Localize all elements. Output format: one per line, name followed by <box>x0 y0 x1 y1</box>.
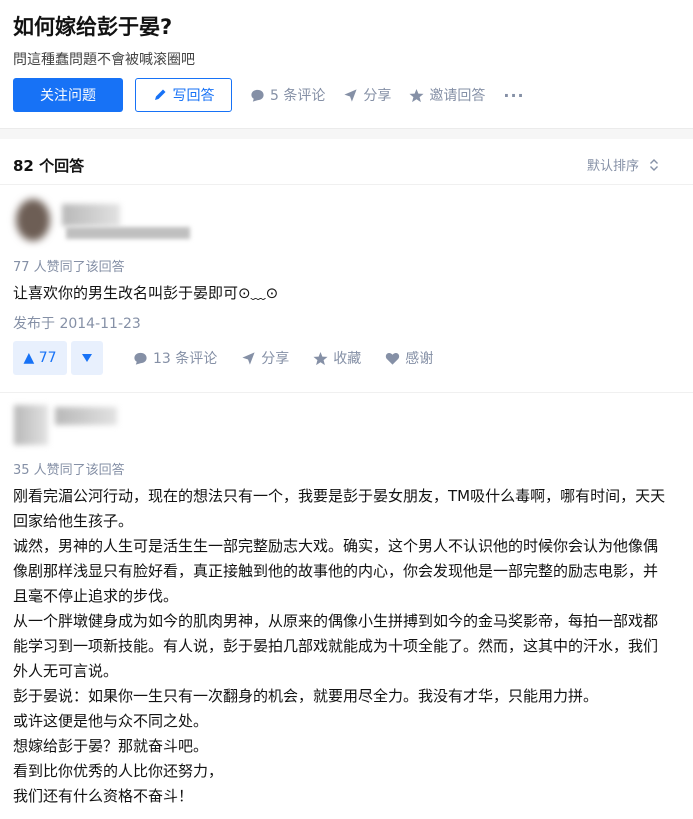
favorite-label: 收藏 <box>333 351 362 367</box>
share-icon <box>344 88 357 102</box>
share-icon <box>242 351 255 365</box>
author-avatar[interactable] <box>14 405 48 445</box>
paragraph-line: 且毫不停止追求的步伐。 <box>13 587 179 605</box>
author-name-blurred[interactable] <box>62 204 120 226</box>
answer-share-button[interactable]: 分享 <box>241 348 289 368</box>
paragraph-line: 诚然，男神的人生可是活生生一部完整励志大戏。确实，这个男人不认识他的时候你会认为… <box>13 537 659 555</box>
question-comments-button[interactable]: 5 条评论 <box>250 85 325 105</box>
answer-vote-count: 77 人赞同了该回答 <box>13 260 125 275</box>
answer-content: 让喜欢你的男生改名叫彭于晏即可⊙﹏⊙ <box>13 284 279 302</box>
comment-icon <box>251 89 264 102</box>
answer-date[interactable]: 发布于 2014-11-23 <box>13 313 141 333</box>
paragraph-line: 从一个胖墩健身成为如今的肌肉男神，从原来的偶像小生拼搏到如今的金马奖影帝，每拍一… <box>13 612 659 630</box>
paragraph-line: 回家给他生孩子。 <box>13 512 134 530</box>
answers-count: 82 个回答 <box>13 157 85 175</box>
favorite-button[interactable]: 收藏 <box>313 348 361 368</box>
invite-answer-button[interactable]: 邀请回答 <box>409 85 485 105</box>
answer-comments-button[interactable]: 13 条评论 <box>133 348 217 368</box>
thanks-label: 感谢 <box>405 351 434 367</box>
question-actions: 关注问题 写回答 5 条评论 分享 邀请回答 ··· <box>13 78 525 112</box>
upvote-button[interactable]: ▲ 77 <box>13 341 67 375</box>
heart-icon <box>386 352 400 365</box>
question-header: 如何嫁给彭于晏? 問這種蠢問題不會被喊滚圈吧 关注问题 写回答 5 条评论 分享… <box>0 0 693 129</box>
write-answer-label: 写回答 <box>172 88 215 104</box>
paragraph-line: 像剧那样浅显只有脸好看，真正接触到他的故事他的内心，你会发现他是一部完整的励志电… <box>13 562 659 580</box>
sort-chevrons-icon <box>650 158 658 171</box>
answers-list: 82 个回答 默认排序 77 人赞同了该回答 让喜欢你的男生改名叫彭于晏即可⊙﹏… <box>0 139 693 819</box>
triangle-down-icon <box>82 354 92 362</box>
author-headline-blurred <box>66 227 190 239</box>
author-name-blurred[interactable] <box>55 407 117 425</box>
invite-answer-label: 邀请回答 <box>429 88 486 104</box>
star-icon <box>409 88 424 102</box>
more-options-button[interactable]: ··· <box>503 86 524 105</box>
write-answer-button[interactable]: 写回答 <box>135 78 232 112</box>
answer-content: 刚看完湄公河行动，现在的想法只有一个，我要是彭于晏女朋友，TM吸什么毒啊，哪有时… <box>13 484 678 809</box>
paragraph-line: 我们还有什么资格不奋斗！ <box>13 787 194 805</box>
paragraph-line: 能学习到一项新技能。有人说，彭于晏拍几部戏就能成为十项全能了。然而，这其中的汗水… <box>13 637 659 655</box>
author-avatar[interactable] <box>16 199 50 241</box>
question-share-label: 分享 <box>363 88 392 104</box>
question-title: 如何嫁给彭于晏? <box>13 15 173 39</box>
paragraph-line: 刚看完湄公河行动，现在的想法只有一个，我要是彭于晏女朋友，TM吸什么毒啊，哪有时… <box>13 487 666 505</box>
question-comments-label: 5 条评论 <box>270 88 326 104</box>
paragraph-line: 或许这便是他与众不同之处。 <box>13 712 209 730</box>
pen-icon <box>154 89 165 100</box>
paragraph-line: 看到比你优秀的人比你还努力， <box>13 762 224 780</box>
thanks-button[interactable]: 感谢 <box>385 348 433 368</box>
sort-label: 默认排序 <box>586 159 639 174</box>
comment-icon <box>134 352 147 365</box>
answer-share-label: 分享 <box>261 351 290 367</box>
downvote-button[interactable] <box>71 341 103 375</box>
follow-question-button[interactable]: 关注问题 <box>13 78 123 112</box>
paragraph-line: 想嫁给彭于晏？那就奋斗吧。 <box>13 737 209 755</box>
answer-actions: ▲ 77 13 条评论 分享 收藏 感谢 <box>13 341 433 375</box>
divider <box>0 392 693 393</box>
sort-dropdown[interactable]: 默认排序 <box>587 155 659 174</box>
star-icon <box>313 351 328 365</box>
question-share-button[interactable]: 分享 <box>343 85 391 105</box>
divider <box>0 184 693 185</box>
paragraph-line: 外人无可言说。 <box>13 662 119 680</box>
question-detail: 問這種蠢問題不會被喊滚圈吧 <box>13 52 195 68</box>
answer-comments-label: 13 条评论 <box>153 351 218 367</box>
paragraph-line: 彭于晏说：如果你一生只有一次翻身的机会，就要用尽全力。我没有才华，只能用力拼。 <box>13 687 599 705</box>
answer-vote-count: 35 人赞同了该回答 <box>13 463 125 478</box>
